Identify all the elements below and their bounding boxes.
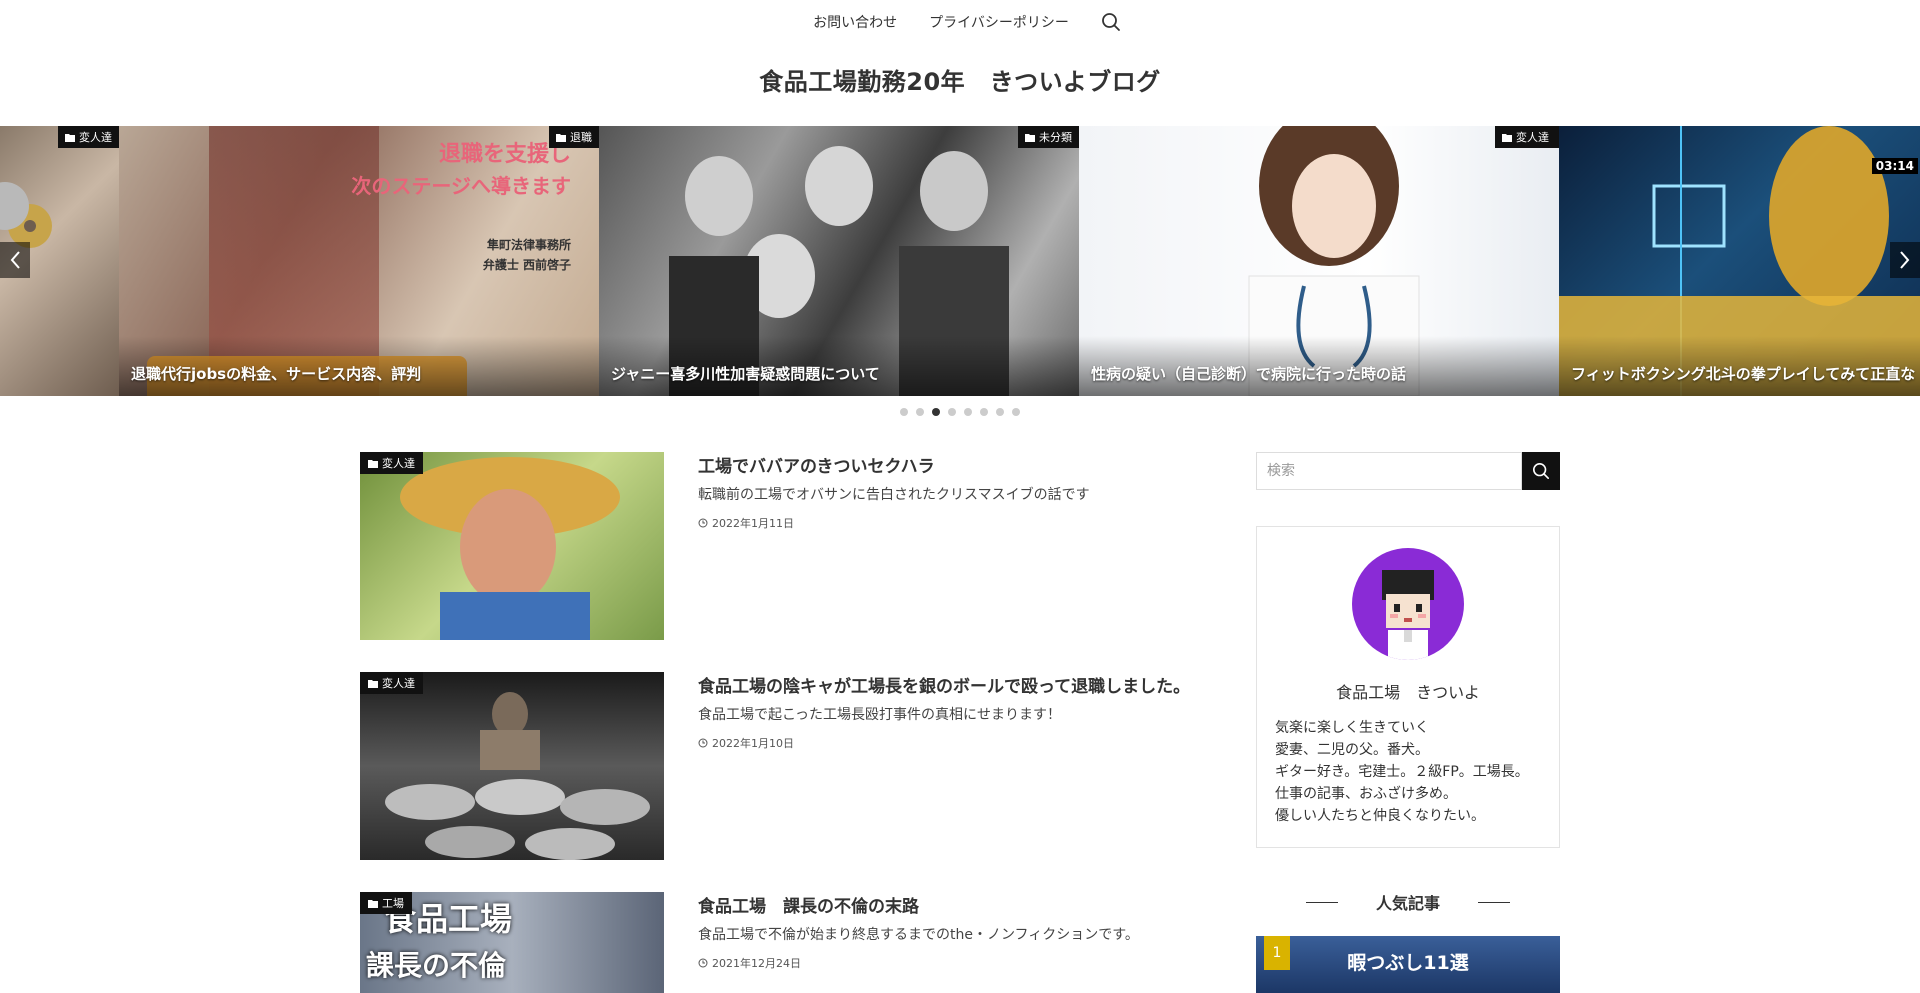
carousel-slide[interactable]: 変人達 性病の疑い（自己診断）で病院に行った時の話: [1079, 126, 1559, 396]
search-icon: [1101, 13, 1120, 31]
folder-icon: [368, 899, 378, 908]
folder-icon: [1502, 133, 1512, 142]
carousel-slide[interactable]: 03:14 フィットボクシング北斗の拳プレイしてみて正直な: [1559, 126, 1920, 396]
sidebar-search: [1256, 452, 1560, 490]
carousel-dot[interactable]: [1012, 408, 1020, 416]
post-date: 2021年12月24日: [698, 955, 801, 971]
post-title[interactable]: 食品工場 課長の不倫の末路: [698, 892, 919, 917]
sidebar-search-input[interactable]: [1256, 452, 1522, 490]
chevron-right-icon: [1900, 251, 1910, 269]
post-card[interactable]: 変人達 食品工場の陰キャが工場長を銀のボールで殴って退職しました。 食品工場で起…: [360, 672, 1220, 860]
post-title[interactable]: 食品工場の陰キャが工場長を銀のボールで殴って退職しました。: [698, 672, 1190, 697]
folder-icon: [556, 133, 566, 142]
carousel-dot[interactable]: [980, 408, 988, 416]
carousel-slide[interactable]: 未分類 ジャニー喜多川性加害疑惑問題について: [599, 126, 1079, 396]
top-nav: お問い合わせ プライバシーポリシー: [0, 0, 1920, 44]
site-title[interactable]: 食品工場勤務20年 きついよブログ: [0, 62, 1920, 97]
carousel-dots: [0, 408, 1920, 416]
post-category-badge[interactable]: 変人達: [360, 672, 423, 694]
carousel-dot[interactable]: [900, 408, 908, 416]
sidebar-search-button[interactable]: [1522, 452, 1560, 490]
slide-category-badge[interactable]: 退職: [549, 126, 599, 148]
post-date: 2022年1月11日: [698, 515, 794, 531]
folder-icon: [368, 679, 378, 688]
popular-post-item[interactable]: 暇つぶし11選 1: [1256, 936, 1560, 993]
popular-posts-heading: 人気記事: [1256, 890, 1560, 914]
profile-bio: 気楽に楽しく生きていく 愛妻、二児の父。番犬。 ギター好き。宅建士。２級FP。工…: [1275, 720, 1529, 824]
post-excerpt: 食品工場で不倫が始まり終息するまでのthe・ノンフィクションです。: [698, 927, 1139, 943]
slide-category-badge[interactable]: 変人達: [1495, 126, 1556, 148]
post-excerpt: 食品工場で起こった工場長殴打事件の真相にせまります！: [698, 707, 1062, 723]
slide-category-badge[interactable]: 変人達: [58, 126, 119, 148]
post-title[interactable]: 工場でババアのきついセクハラ: [698, 452, 935, 477]
slide-caption: フィットボクシング北斗の拳プレイしてみて正直な: [1571, 365, 1916, 383]
nav-contact-link[interactable]: お問い合わせ: [797, 12, 913, 32]
post-card[interactable]: 変人達 工場でババアのきついセクハラ 転職前の工場でオバサンに告白されたクリスマ…: [360, 452, 1220, 640]
carousel-dot[interactable]: [996, 408, 1004, 416]
carousel-prev-button[interactable]: [0, 242, 30, 278]
carousel-slide[interactable]: 退職を支援し 次のステージへ導きます 隼町法律事務所 弁護士 西前啓子 退職 退…: [119, 126, 599, 396]
pixel-avatar-image: [1382, 570, 1434, 660]
clock-icon: [698, 958, 708, 968]
slide-category-badge[interactable]: 未分類: [1018, 126, 1079, 148]
post-category-badge[interactable]: 工場: [360, 892, 412, 914]
folder-icon: [368, 459, 378, 468]
slide-caption: 性病の疑い（自己診断）で病院に行った時の話: [1091, 365, 1407, 383]
carousel-dot[interactable]: [948, 408, 956, 416]
profile-widget: 食品工場 きついよ 気楽に楽しく生きていく 愛妻、二児の父。番犬。 ギター好き。…: [1256, 526, 1560, 848]
carousel-dot[interactable]: [964, 408, 972, 416]
carousel-dot[interactable]: [932, 408, 940, 416]
chevron-left-icon: [10, 251, 20, 269]
featured-carousel: 変人達 退職を支援し 次のステージへ導きます 隼町法律事務所 弁護士 西前啓子 …: [0, 126, 1920, 396]
slide-caption: ジャニー喜多川性加害疑惑問題について: [611, 365, 880, 383]
carousel-dot[interactable]: [916, 408, 924, 416]
post-card[interactable]: 食品工場 課長の不倫 工場 食品工場 課長の不倫の末路 食品工場で不倫が始まり終…: [360, 892, 1220, 993]
nav-privacy-link[interactable]: プライバシーポリシー: [913, 12, 1085, 32]
post-thumbnail[interactable]: 食品工場 課長の不倫 工場: [360, 892, 664, 993]
post-date: 2022年1月10日: [698, 735, 794, 751]
header-search-button[interactable]: [1099, 10, 1123, 34]
folder-icon: [1025, 133, 1035, 142]
profile-name: 食品工場 きついよ: [1336, 683, 1480, 702]
kitchen-bowls-photo: [385, 692, 650, 860]
folder-icon: [65, 133, 75, 142]
post-excerpt: 転職前の工場でオバサンに告白されたクリスマスイブの話です: [698, 487, 1090, 503]
clock-icon: [698, 518, 708, 528]
post-thumbnail[interactable]: 変人達: [360, 452, 664, 640]
woman-hat-photo: [400, 457, 620, 640]
post-category-badge[interactable]: 変人達: [360, 452, 423, 474]
avatar: [1352, 548, 1464, 660]
popular-post-image-text: 暇つぶし11選: [1347, 952, 1469, 974]
rank-badge: 1: [1264, 936, 1290, 970]
carousel-next-button[interactable]: [1890, 242, 1920, 278]
slide-caption: 退職代行jobsの料金、サービス内容、評判: [131, 365, 422, 383]
search-icon: [1532, 462, 1550, 480]
clock-icon: [698, 738, 708, 748]
post-thumbnail[interactable]: 変人達: [360, 672, 664, 860]
